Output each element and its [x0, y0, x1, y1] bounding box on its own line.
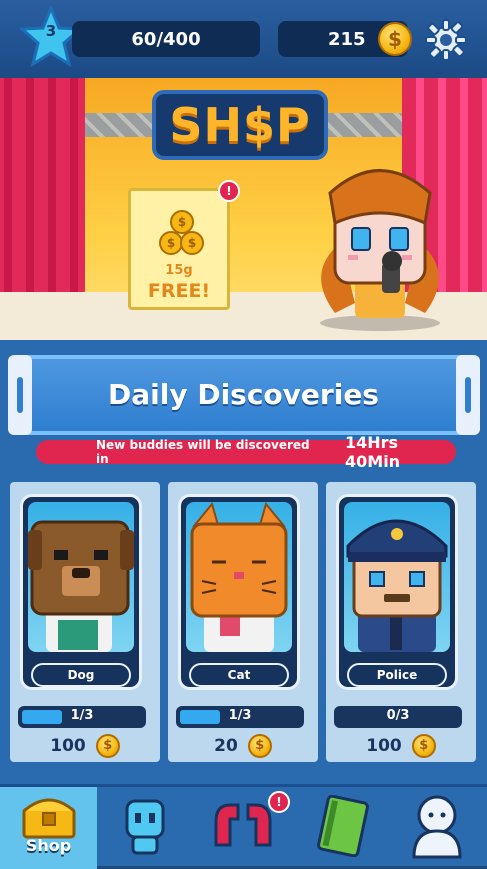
price-value: 100 — [50, 736, 86, 756]
xp-counter: 60/400 — [72, 21, 260, 57]
coin-icon: $ — [95, 734, 120, 758]
singer-girl-character — [320, 169, 440, 331]
buddy-price[interactable]: 100 $ — [326, 734, 476, 758]
buddy-card-frame: Police — [336, 494, 458, 690]
buddy-card-dog[interactable]: Dog 1/3 100 $ — [10, 482, 160, 762]
coin-value: 215 — [328, 28, 366, 50]
free-label: FREE! — [147, 280, 211, 302]
horseshoe-icon — [214, 803, 272, 847]
nav-shop-label: Shop — [25, 836, 72, 855]
curtain-left — [0, 78, 85, 328]
police-character-icon — [346, 519, 448, 652]
svg-text:$: $ — [188, 236, 196, 250]
discovery-timer: New buddies will be discovered in 14Hrs … — [36, 433, 456, 471]
buddy-card-frame: Dog — [20, 494, 142, 690]
buddy-progress-bar: 0/3 — [334, 706, 462, 728]
timer-value: 14Hrs 40Min — [345, 433, 401, 471]
buddy-card-police[interactable]: Police 0/3 100 $ — [326, 482, 476, 762]
dog-portrait — [28, 502, 134, 652]
cat-portrait — [186, 502, 292, 652]
nav-collection[interactable] — [291, 787, 388, 869]
progress-text: 1/3 — [70, 708, 94, 723]
book-icon — [317, 795, 369, 857]
shop-banner: SH$P $ $ $ 15g FREE! ! — [0, 78, 487, 340]
nav-shop[interactable]: Shop — [0, 787, 97, 869]
price-value: 100 — [366, 736, 402, 756]
xp-value: 60/400 — [131, 28, 201, 50]
dog-character-icon — [28, 520, 134, 652]
buddy-price[interactable]: 100 $ — [10, 734, 160, 758]
nav-buddies[interactable] — [97, 787, 194, 869]
bottom-nav: Shop ! — [0, 784, 487, 869]
buddy-icon — [125, 799, 165, 855]
progress-text: 1/3 — [228, 708, 252, 723]
nav-luck[interactable]: ! — [194, 787, 291, 869]
nav-profile[interactable] — [388, 787, 485, 869]
buddy-progress-bar: 1/3 — [176, 706, 304, 728]
daily-discoveries-title: Daily Discoveries — [108, 378, 379, 411]
buddy-name: Police — [347, 663, 447, 687]
free-coins-offer[interactable]: $ $ $ 15g FREE! — [128, 188, 230, 310]
coin-stack-icon: $$ $ — [159, 210, 204, 255]
top-hud: 3 60/400 215 $ — [0, 0, 487, 78]
buddy-card-cat[interactable]: Cat 1/3 20 $ — [168, 482, 318, 762]
svg-text:$: $ — [178, 215, 186, 229]
free-coins-amount: 15g — [165, 263, 193, 278]
buddy-price[interactable]: 20 $ — [168, 734, 318, 758]
buddy-name: Dog — [31, 663, 131, 687]
price-value: 20 — [214, 736, 238, 756]
cat-character-icon — [190, 502, 288, 652]
profile-icon — [412, 795, 462, 859]
coin-icon: $ — [411, 734, 436, 758]
svg-text:$: $ — [167, 236, 175, 250]
buddy-progress-bar: 1/3 — [18, 706, 146, 728]
shop-chest-icon — [22, 798, 76, 839]
buddy-card-frame: Cat — [178, 494, 300, 690]
progress-text: 0/3 — [386, 708, 410, 723]
free-offer-alert-badge: ! — [218, 180, 240, 202]
coin-icon: $ — [378, 22, 412, 56]
settings-gear-icon[interactable] — [424, 18, 468, 62]
timer-label: New buddies will be discovered in — [96, 438, 310, 466]
coin-icon: $ — [247, 734, 272, 758]
buddy-name: Cat — [189, 663, 289, 687]
police-portrait — [344, 502, 450, 652]
nav-alert-badge: ! — [268, 791, 290, 813]
